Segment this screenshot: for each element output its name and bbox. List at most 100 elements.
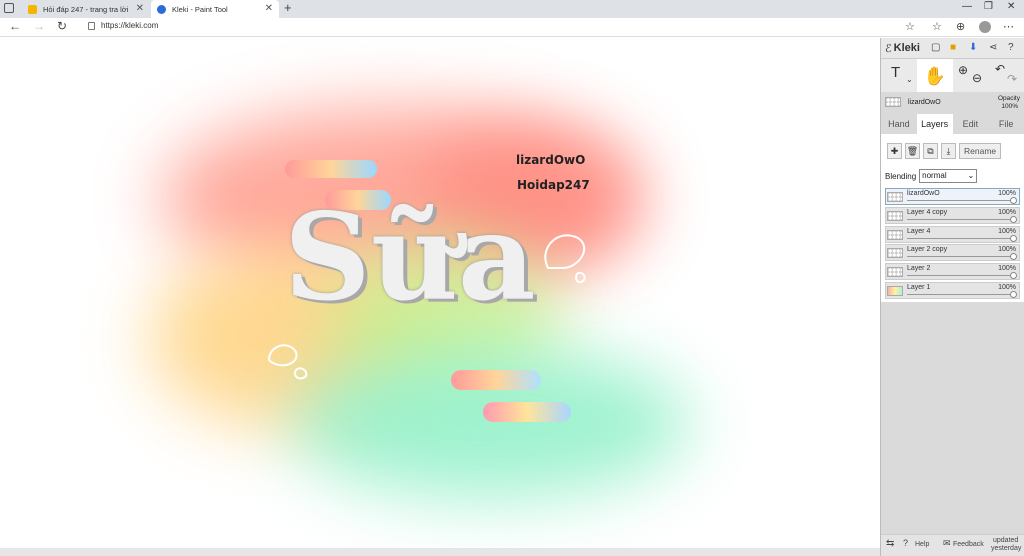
layer-opacity: 100%	[998, 227, 1016, 235]
opacity-slider-knob[interactable]	[1010, 253, 1017, 261]
title-art-text: Sữa	[284, 187, 536, 328]
layer-list: lizardOwO 100% Layer 4 copy 100% Layer 4…	[881, 186, 1024, 302]
rainbow-stroke	[451, 370, 541, 390]
profile-avatar[interactable]	[979, 21, 991, 33]
minimize-icon[interactable]: —	[962, 1, 972, 12]
tab-layers[interactable]: Layers	[916, 114, 953, 134]
layer-name: Layer 4 copy	[907, 208, 948, 216]
url-field[interactable]: https://kleki.com	[88, 21, 158, 30]
add-layer-button[interactable]: ✚	[887, 143, 902, 159]
current-layer-name: lizardOwO	[908, 99, 941, 106]
merge-layer-button[interactable]: ⤓	[941, 143, 956, 159]
kleki-favicon-icon	[157, 4, 166, 14]
opacity-slider-knob[interactable]	[1010, 234, 1017, 242]
tab-file[interactable]: File	[988, 114, 1024, 134]
rainbow-stroke	[483, 402, 571, 422]
opacity-slider-knob[interactable]	[1010, 290, 1017, 298]
layer-name: Layer 4	[907, 227, 931, 235]
more-menu-icon[interactable]: ⋯	[1003, 20, 1014, 33]
text-tool-icon[interactable]: T	[891, 64, 900, 81]
layer-item[interactable]: Layer 2 copy 100%	[885, 244, 1020, 262]
reload-icon[interactable]: ↻	[57, 19, 67, 33]
layer-name: lizardOwO	[907, 190, 940, 197]
layer-thumbnail	[885, 97, 901, 107]
zoom-in-icon[interactable]: ⊕	[958, 63, 968, 77]
undo-icon[interactable]: ↶	[995, 62, 1005, 76]
layer-item[interactable]: Layer 4 100%	[885, 225, 1020, 243]
help-icon[interactable]: ?	[903, 538, 908, 548]
layer-name: Layer 2	[907, 265, 931, 273]
layer-name: Layer 1	[907, 283, 931, 291]
swap-sides-icon[interactable]: ⇆	[886, 538, 894, 549]
new-tab-button[interactable]: +	[284, 0, 292, 15]
layer-opacity: 100%	[998, 265, 1016, 273]
help-link[interactable]: Help	[915, 541, 929, 548]
zoom-out-icon[interactable]: ⊖	[972, 71, 982, 85]
tab-hand[interactable]: Hand	[881, 114, 917, 134]
current-layer-info: lizardOwO Opacity 100%	[881, 92, 1024, 112]
favorites-icon[interactable]: ☆	[932, 20, 942, 33]
rainbow-stroke	[285, 160, 377, 178]
close-tab-icon[interactable]: ✕	[136, 3, 144, 14]
close-window-icon[interactable]: ✕	[1007, 1, 1015, 12]
layer-name: Layer 2 copy	[907, 246, 948, 254]
url-text: https://kleki.com	[101, 21, 159, 30]
drop-doodle	[544, 234, 586, 284]
opacity-slider-knob[interactable]	[1010, 215, 1017, 223]
duplicate-layer-button[interactable]: ⧉	[923, 143, 938, 159]
help-circle-icon[interactable]: ?	[1008, 42, 1014, 53]
delete-layer-button[interactable]: 🗑	[905, 143, 920, 159]
blending-select[interactable]: normal ⌄	[919, 169, 978, 183]
tab-edit[interactable]: Edit	[953, 114, 989, 134]
back-icon[interactable]: ←	[9, 19, 21, 33]
drawing-canvas[interactable]: Sữa lizardOwO Hoidap247	[0, 38, 880, 548]
panel-header: ℰ Kleki ▢ ■ ⬇ ⋖ ?	[881, 38, 1024, 58]
opacity-slider[interactable]	[907, 256, 1013, 258]
bookmark-star-icon[interactable]: ☆	[905, 20, 915, 33]
share-icon[interactable]: ⋖	[989, 42, 997, 53]
layer-opacity: 100%	[998, 208, 1016, 216]
layer-thumbnail	[887, 192, 903, 202]
open-folder-icon[interactable]: ■	[950, 42, 956, 53]
tool-row: T ⌄ ✋ ⊕ ⊖ ↶ ↷	[881, 58, 1024, 93]
feedback-link[interactable]: Feedback	[953, 541, 984, 548]
layer-item[interactable]: Layer 1 100%	[885, 281, 1020, 299]
new-image-icon[interactable]: ▢	[931, 42, 940, 53]
kleki-logo-icon: ℰ	[885, 42, 892, 55]
layer-opacity: 100%	[998, 246, 1016, 254]
hand-tool-icon[interactable]: ✋	[917, 59, 953, 93]
chevron-down-icon: ⌄	[967, 171, 975, 180]
opacity-slider[interactable]	[907, 200, 1013, 201]
updated-date: yesterday	[991, 545, 1022, 552]
chevron-down-icon[interactable]: ⌄	[906, 75, 913, 84]
opacity-value: 100%	[1001, 103, 1018, 110]
download-icon[interactable]: ⬇	[969, 42, 977, 53]
lock-icon	[88, 21, 95, 30]
tab-kleki[interactable]: Kleki - Paint Tool ✕	[151, 0, 279, 18]
tab-title: Hỏi đáp 247 - trang tra lời	[43, 4, 129, 14]
layer-thumbnail	[887, 267, 903, 278]
opacity-slider[interactable]	[907, 275, 1013, 277]
collections-icon[interactable]: ⊕	[956, 20, 965, 33]
layer-item[interactable]: Layer 2 100%	[885, 263, 1020, 281]
opacity-slider-knob[interactable]	[1010, 272, 1017, 280]
layer-item[interactable]: lizardOwO 100%	[885, 188, 1020, 205]
feedback-icon[interactable]: ✉	[943, 538, 951, 549]
forward-icon[interactable]: →	[33, 19, 45, 33]
hoidap-favicon-icon	[28, 4, 37, 14]
rename-button[interactable]: Rename	[959, 143, 1002, 159]
opacity-slider[interactable]	[907, 293, 1013, 295]
restore-icon[interactable]: ❐	[984, 1, 993, 12]
opacity-slider[interactable]	[907, 237, 1013, 239]
tab-hoidap[interactable]: Hỏi đáp 247 - trang tra lời ✕	[22, 0, 150, 18]
tab-actions-icon[interactable]	[4, 3, 14, 13]
opacity-slider[interactable]	[907, 218, 1013, 220]
redo-icon[interactable]: ↷	[1007, 72, 1017, 86]
layer-item[interactable]: Layer 4 copy 100%	[885, 206, 1020, 224]
opacity-slider-knob[interactable]	[1010, 197, 1017, 204]
close-tab-icon[interactable]: ✕	[265, 3, 273, 14]
layer-opacity: 100%	[998, 190, 1016, 197]
drop-doodle	[267, 344, 308, 380]
blending-row: Blending normal ⌄	[881, 166, 1024, 186]
blending-label: Blending	[885, 171, 917, 181]
